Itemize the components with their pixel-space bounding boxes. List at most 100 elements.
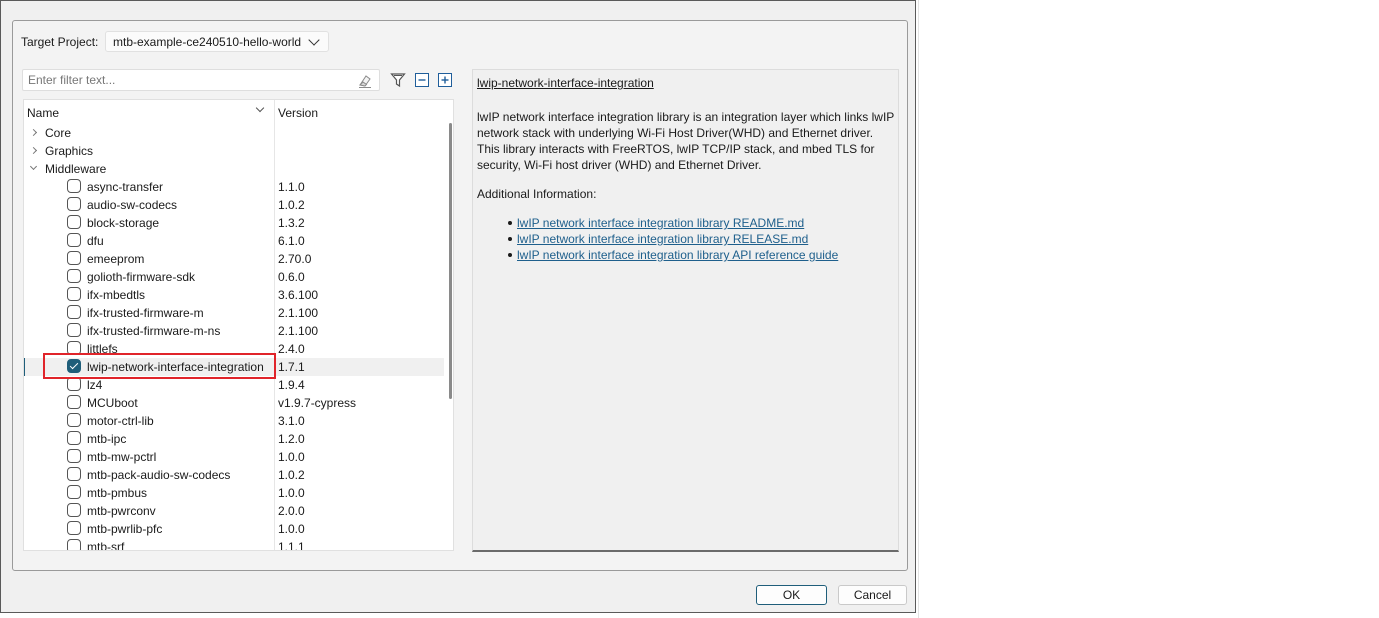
library-row[interactable]: async-transfer 1.1.0 <box>24 178 444 196</box>
target-project-value: mtb-example-ce240510-hello-world <box>113 34 302 49</box>
library-name: motor-ctrl-lib <box>87 414 154 428</box>
library-name: mtb-pmbus <box>87 486 148 500</box>
category-label: Core <box>45 126 72 140</box>
tree-rows: Core Graphics Middleware async-transfer 1… <box>24 124 444 551</box>
description-links: lwIP network interface integration libra… <box>507 215 838 263</box>
tree-scrollbar[interactable] <box>449 123 452 399</box>
library-version: 1.0.2 <box>278 468 305 482</box>
library-version: 1.0.0 <box>278 486 305 500</box>
readme-link[interactable]: lwIP network interface integration libra… <box>517 216 804 230</box>
library-row[interactable]: mtb-srf 1.1.1 <box>24 538 444 551</box>
checkbox[interactable] <box>67 377 81 391</box>
collapse-all-icon[interactable] <box>414 72 430 88</box>
checkbox[interactable] <box>67 233 81 247</box>
target-project-dropdown[interactable]: mtb-example-ce240510-hello-world <box>105 31 329 52</box>
sort-chevron-icon <box>255 103 265 113</box>
library-version: 2.70.0 <box>278 252 312 266</box>
library-row[interactable]: golioth-firmware-sdk 0.6.0 <box>24 268 444 286</box>
checkbox[interactable] <box>67 467 81 481</box>
checkbox[interactable] <box>67 539 81 550</box>
library-row[interactable]: block-storage 1.3.2 <box>24 214 444 232</box>
checkbox[interactable] <box>67 413 81 427</box>
library-version: 1.0.0 <box>278 450 305 464</box>
expand-all-icon[interactable] <box>437 72 453 88</box>
filter-input[interactable] <box>23 70 348 90</box>
library-version: 0.6.0 <box>278 270 305 284</box>
library-version: 2.4.0 <box>278 342 305 356</box>
library-row[interactable]: motor-ctrl-lib 3.1.0 <box>24 412 444 430</box>
library-version: 2.1.100 <box>278 324 319 338</box>
checkbox[interactable] <box>67 197 81 211</box>
checkbox[interactable] <box>67 431 81 445</box>
library-name: block-storage <box>87 216 160 230</box>
library-row[interactable]: audio-sw-codecs 1.0.2 <box>24 196 444 214</box>
checkbox[interactable] <box>67 503 81 517</box>
library-row[interactable]: ifx-mbedtls 3.6.100 <box>24 286 444 304</box>
checkbox[interactable] <box>67 395 81 409</box>
library-version: 1.9.4 <box>278 378 305 392</box>
checkbox[interactable] <box>67 485 81 499</box>
chevron-right-icon[interactable] <box>29 146 38 155</box>
library-row[interactable]: mtb-ipc 1.2.0 <box>24 430 444 448</box>
column-header-name[interactable]: Name <box>27 106 59 120</box>
library-row[interactable]: mtb-pwrconv 2.0.0 <box>24 502 444 520</box>
checkbox[interactable] <box>67 251 81 265</box>
library-name: mtb-pack-audio-sw-codecs <box>87 468 231 482</box>
api-reference-link[interactable]: lwIP network interface integration libra… <box>517 248 838 262</box>
chevron-down-icon <box>308 33 320 46</box>
selection-marker <box>24 358 25 376</box>
library-row[interactable]: mtb-mw-pctrl 1.0.0 <box>24 448 444 466</box>
library-name: emeeprom <box>87 252 145 266</box>
tree-category-middleware[interactable]: Middleware <box>24 160 444 178</box>
library-row[interactable]: mtb-pwrlib-pfc 1.0.0 <box>24 520 444 538</box>
checkbox[interactable] <box>67 179 81 193</box>
column-header-version[interactable]: Version <box>278 106 318 120</box>
checkbox[interactable] <box>67 305 81 319</box>
library-version: 1.0.2 <box>278 198 305 212</box>
checkbox[interactable] <box>67 269 81 283</box>
additional-info-label: Additional Information: <box>477 187 597 201</box>
release-link[interactable]: lwIP network interface integration libra… <box>517 232 808 246</box>
library-version: 1.1.0 <box>278 180 305 194</box>
library-version: 1.0.0 <box>278 522 305 536</box>
category-label: Graphics <box>45 144 94 158</box>
tree-category-graphics[interactable]: Graphics <box>24 142 444 160</box>
library-row[interactable]: dfu 6.1.0 <box>24 232 444 250</box>
library-version: v1.9.7-cypress <box>278 396 357 410</box>
library-name: golioth-firmware-sdk <box>87 270 196 284</box>
library-name: mtb-mw-pctrl <box>87 450 157 464</box>
checkbox[interactable] <box>67 215 81 229</box>
library-row[interactable]: ifx-trusted-firmware-m-ns 2.1.100 <box>24 322 444 340</box>
ok-button[interactable]: OK <box>756 585 827 605</box>
eraser-icon[interactable] <box>357 73 373 89</box>
library-row[interactable]: ifx-trusted-firmware-m 2.1.100 <box>24 304 444 322</box>
description-title: lwip-network-interface-integration <box>477 76 654 90</box>
chevron-down-icon[interactable] <box>29 162 38 171</box>
library-name: ifx-mbedtls <box>87 288 146 302</box>
library-name: ifx-trusted-firmware-m <box>87 306 204 320</box>
checkbox[interactable] <box>67 449 81 463</box>
filter-box <box>22 69 380 91</box>
checkbox[interactable] <box>67 287 81 301</box>
window-edge <box>918 0 919 618</box>
tree-category-core[interactable]: Core <box>24 124 444 142</box>
library-name: ifx-trusted-firmware-m-ns <box>87 324 221 338</box>
library-row[interactable]: mtb-pmbus 1.0.0 <box>24 484 444 502</box>
checkbox[interactable] <box>67 323 81 337</box>
library-version: 6.1.0 <box>278 234 305 248</box>
library-name: mtb-pwrlib-pfc <box>87 522 163 536</box>
library-name: audio-sw-codecs <box>87 198 178 212</box>
library-name: mtb-ipc <box>87 432 127 446</box>
library-manager-dialog: Target Project: mtb-example-ce240510-hel… <box>0 0 916 613</box>
checkbox[interactable] <box>67 521 81 535</box>
library-row[interactable]: emeeprom 2.70.0 <box>24 250 444 268</box>
description-body: lwIP network interface integration libra… <box>477 110 895 172</box>
library-name: MCUboot <box>87 396 138 410</box>
library-row[interactable]: MCUboot v1.9.7-cypress <box>24 394 444 412</box>
library-name: mtb-srf <box>87 540 125 551</box>
cancel-button[interactable]: Cancel <box>838 585 907 605</box>
funnel-icon[interactable] <box>390 72 406 88</box>
chevron-right-icon[interactable] <box>29 128 38 137</box>
library-row[interactable]: mtb-pack-audio-sw-codecs 1.0.2 <box>24 466 444 484</box>
tree-header: Name Version <box>24 100 453 124</box>
